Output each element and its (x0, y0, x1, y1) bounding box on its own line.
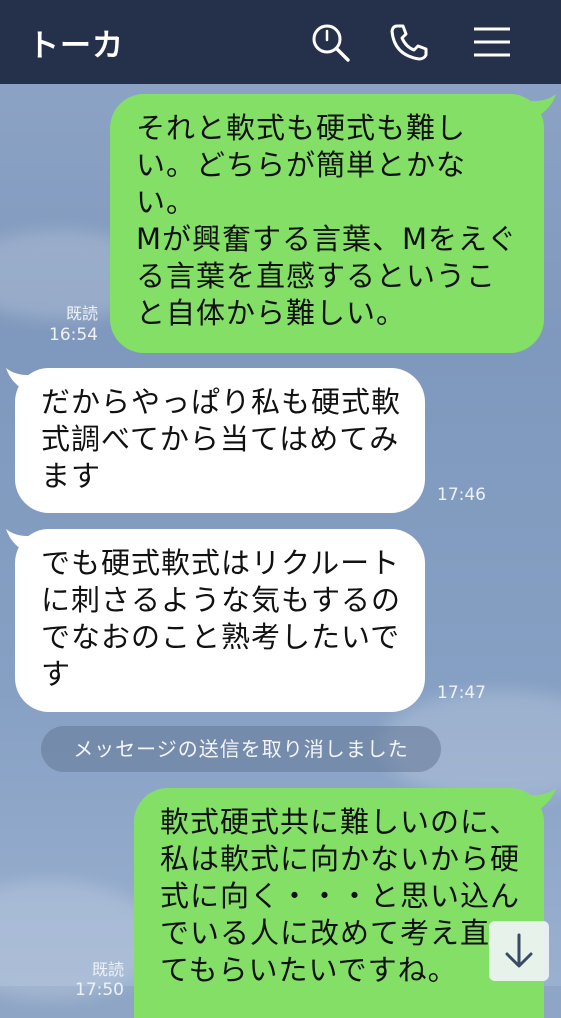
message-time: 17:50 (75, 980, 124, 1000)
menu-icon[interactable] (470, 20, 514, 64)
arrow-down-icon (505, 933, 533, 968)
chat-title: トーカ (28, 28, 124, 64)
message-text: 軟式硬式共に難しいのに、 私は軟式に向かないから硬 式に向く・・・と思い込ん で… (134, 788, 544, 1018)
message-text: それと軟式も硬式も難し い。どちらが簡単とかな い。 Mが興奮する言葉、Mをえぐ… (110, 94, 544, 353)
message-time: 17:47 (437, 683, 486, 703)
message-text: でも硬式軟式はリクルート に刺さるような気もするの でなおのこと熟考したいで す (15, 529, 425, 712)
app-header: トーカ (0, 0, 561, 84)
system-notice: メッセージの送信を取り消しました (41, 726, 441, 772)
read-receipt: 既読 (65, 304, 98, 323)
message-text: だからやっぱり私も硬式軟 式調べてから当てはめてみ ます (15, 368, 425, 513)
read-receipt: 既読 (91, 960, 124, 979)
search-icon[interactable] (308, 20, 352, 64)
message-time: 16:54 (49, 325, 98, 345)
message-time: 17:46 (437, 485, 486, 505)
phone-icon[interactable] (387, 20, 431, 64)
scroll-to-bottom-button[interactable] (489, 921, 549, 981)
